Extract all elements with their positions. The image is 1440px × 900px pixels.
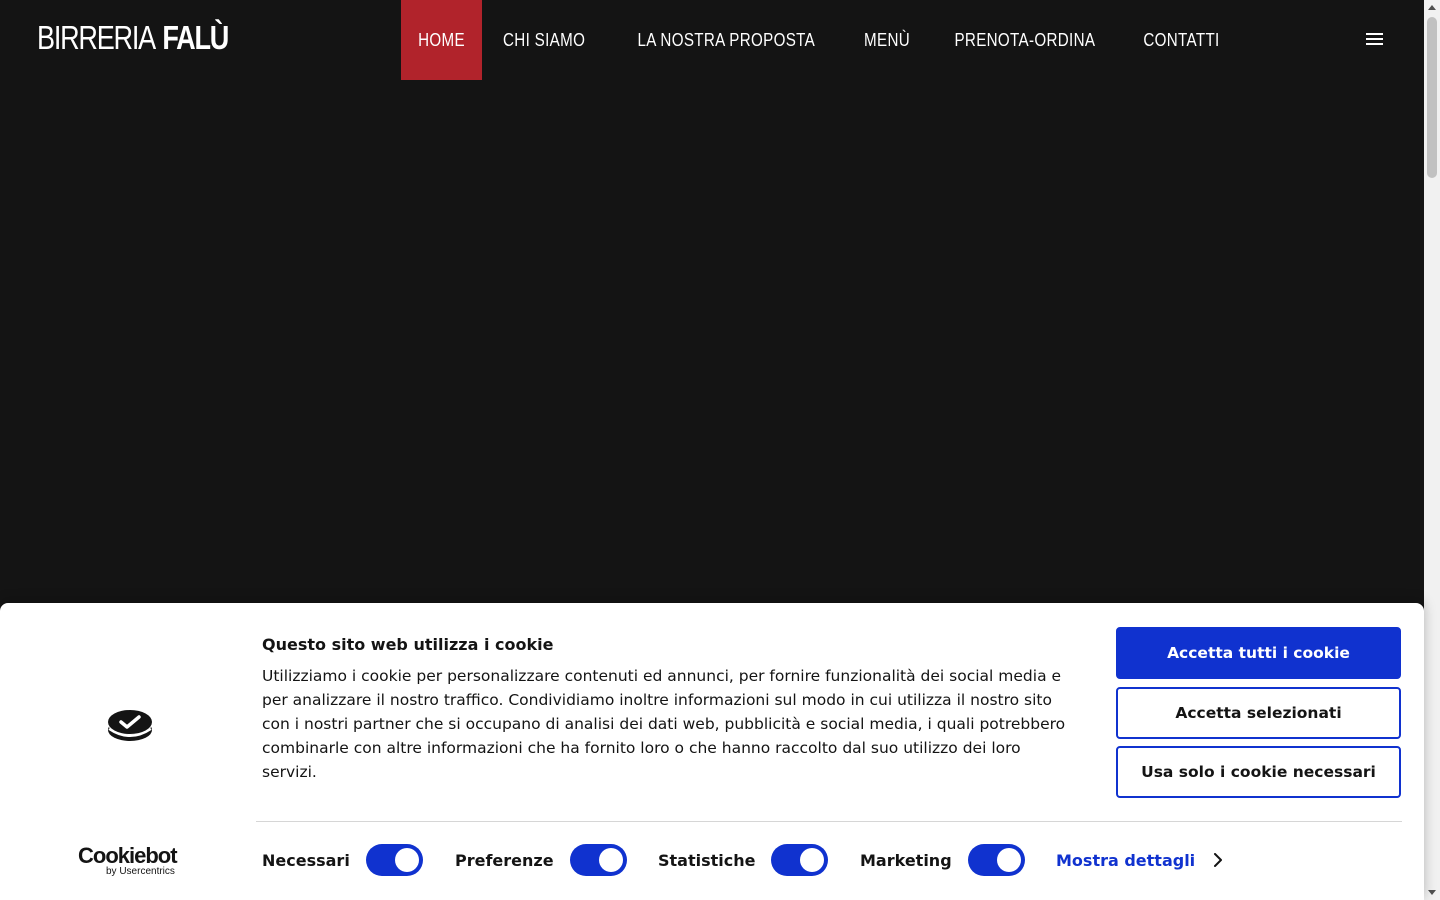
hamburger-line <box>1366 33 1383 35</box>
accept-selected-cookies-button[interactable]: Accetta selezionati <box>1116 687 1401 739</box>
cookie-consent-banner: Cookiebot by Usercentrics Questo sito we… <box>0 603 1424 900</box>
toggle-label-necessari: Necessari <box>262 850 350 870</box>
nav-label: LA NOSTRA PROPOSTA <box>637 29 816 50</box>
toggle-knob <box>996 848 1021 872</box>
toggle-label-marketing: Marketing <box>860 850 952 870</box>
nav-label: CONTATTI <box>1143 29 1220 50</box>
necessary-cookies-only-button[interactable]: Usa solo i cookie necessari <box>1116 746 1401 798</box>
cookiebot-brand-sub: by Usercentrics <box>106 866 175 877</box>
necessari-toggle[interactable] <box>365 844 423 876</box>
cookie-banner-body: Utilizziamo i cookie per personalizzare … <box>262 667 1066 781</box>
nav-item-menu[interactable]: MENÙ <box>847 0 927 80</box>
toggle-group-preferenze: Preferenze <box>455 843 627 877</box>
nav-label: MENÙ <box>863 29 910 50</box>
cookie-banner-divider <box>256 821 1402 822</box>
nav-item-prenota-ordina[interactable]: PRENOTA-ORDINA <box>927 0 1123 80</box>
nav-label: PRENOTA-ORDINA <box>954 29 1096 50</box>
nav-item-la-nostra-proposta[interactable]: LA NOSTRA PROPOSTA <box>606 0 847 80</box>
scroll-thumb[interactable] <box>1427 17 1437 178</box>
main-nav: HOME CHI SIAMO LA NOSTRA PROPOSTA MENÙ P… <box>401 0 1240 80</box>
cookiebot-brand[interactable]: Cookiebot by Usercentrics <box>78 845 182 877</box>
chevron-right-icon <box>1214 853 1223 867</box>
nav-item-home[interactable]: HOME <box>401 0 483 80</box>
show-details-link[interactable]: Mostra dettagli <box>1056 847 1225 873</box>
preferenze-toggle[interactable] <box>569 844 627 876</box>
marketing-toggle[interactable] <box>967 844 1025 876</box>
site-header: BIRRERIA FALÙ HOME CHI SIAMO LA NOSTRA PR… <box>0 0 1424 80</box>
statistiche-toggle[interactable] <box>771 844 829 876</box>
toggle-knob <box>394 848 419 872</box>
toggle-label-preferenze: Preferenze <box>455 850 554 870</box>
nav-label: HOME <box>418 29 465 50</box>
nav-label: CHI SIAMO <box>503 29 586 50</box>
hamburger-menu-icon[interactable] <box>1366 33 1383 47</box>
logo-text-light: BIRRERIA <box>37 19 156 56</box>
nav-item-contatti[interactable]: CONTATTI <box>1123 0 1240 80</box>
hamburger-line <box>1366 38 1383 40</box>
hamburger-line <box>1366 43 1383 45</box>
toggle-label-statistiche: Statistiche <box>658 850 756 870</box>
accept-all-cookies-button[interactable]: Accetta tutti i cookie <box>1116 627 1401 679</box>
cookiebot-logo-icon <box>108 710 152 741</box>
nav-item-chi-siamo[interactable]: CHI SIAMO <box>482 0 606 80</box>
toggle-group-marketing: Marketing <box>860 843 1025 877</box>
show-details-label: Mostra dettagli <box>1056 850 1196 870</box>
page: BIRRERIA FALÙ HOME CHI SIAMO LA NOSTRA PR… <box>0 0 1440 900</box>
toggle-knob <box>800 848 825 872</box>
cookiebot-brand-name: Cookiebot <box>78 843 178 868</box>
scroll-down-arrow-icon[interactable] <box>1428 890 1436 895</box>
logo-text-bold: FALÙ <box>162 19 229 56</box>
page-scrollbar[interactable] <box>1424 0 1440 900</box>
site-logo[interactable]: BIRRERIA FALÙ <box>37 16 229 60</box>
cookie-banner-title: Questo sito web utilizza i cookie <box>262 635 554 654</box>
toggle-group-statistiche: Statistiche <box>658 843 829 877</box>
toggle-group-necessari: Necessari <box>262 843 423 877</box>
toggle-knob <box>598 848 623 872</box>
scroll-up-arrow-icon[interactable] <box>1428 5 1436 10</box>
